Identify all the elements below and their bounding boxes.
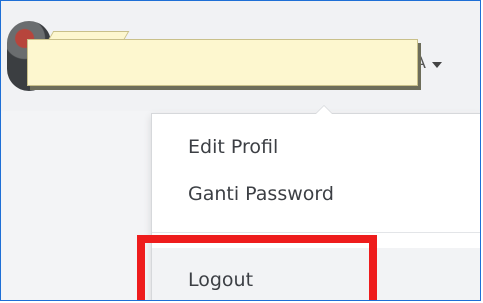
screenshot-frame: A Edit Profil Ganti Password Logout xyxy=(0,0,481,301)
menu-item-edit-profil[interactable]: Edit Profil xyxy=(188,136,278,158)
redacted-user-name-overlay xyxy=(27,39,418,86)
user-dropdown-menu: Edit Profil Ganti Password Logout xyxy=(151,105,480,300)
menu-item-ganti-password[interactable]: Ganti Password xyxy=(188,183,334,205)
menu-item-logout[interactable]: Logout xyxy=(188,269,253,291)
chevron-down-icon[interactable] xyxy=(432,62,442,68)
menu-divider xyxy=(152,232,480,233)
